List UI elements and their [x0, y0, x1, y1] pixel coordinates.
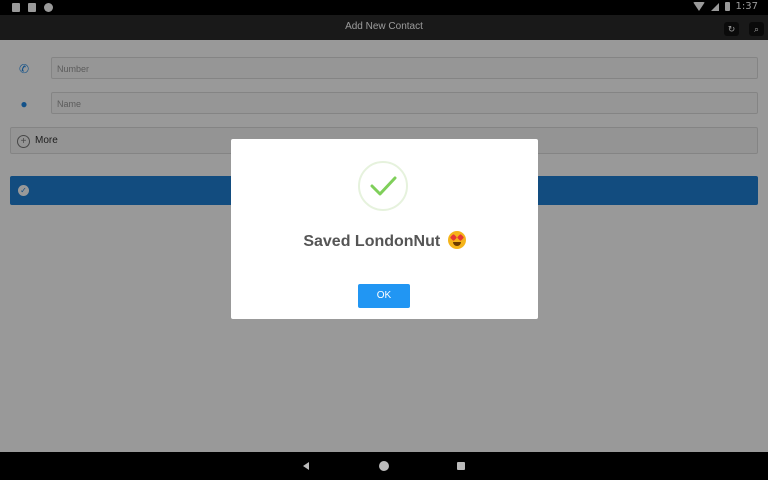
- back-icon[interactable]: [303, 462, 309, 470]
- home-icon[interactable]: [379, 461, 389, 471]
- success-check-icon: [358, 161, 408, 211]
- dialog-message: Saved LondonNut: [231, 231, 538, 251]
- recents-icon[interactable]: [457, 462, 465, 470]
- success-dialog: Saved LondonNut OK: [231, 139, 538, 319]
- ok-button[interactable]: OK: [358, 284, 410, 308]
- navigation-bar: [0, 452, 768, 480]
- dialog-message-text: Saved LondonNut: [303, 233, 441, 250]
- star-struck-emoji-icon: [447, 231, 466, 249]
